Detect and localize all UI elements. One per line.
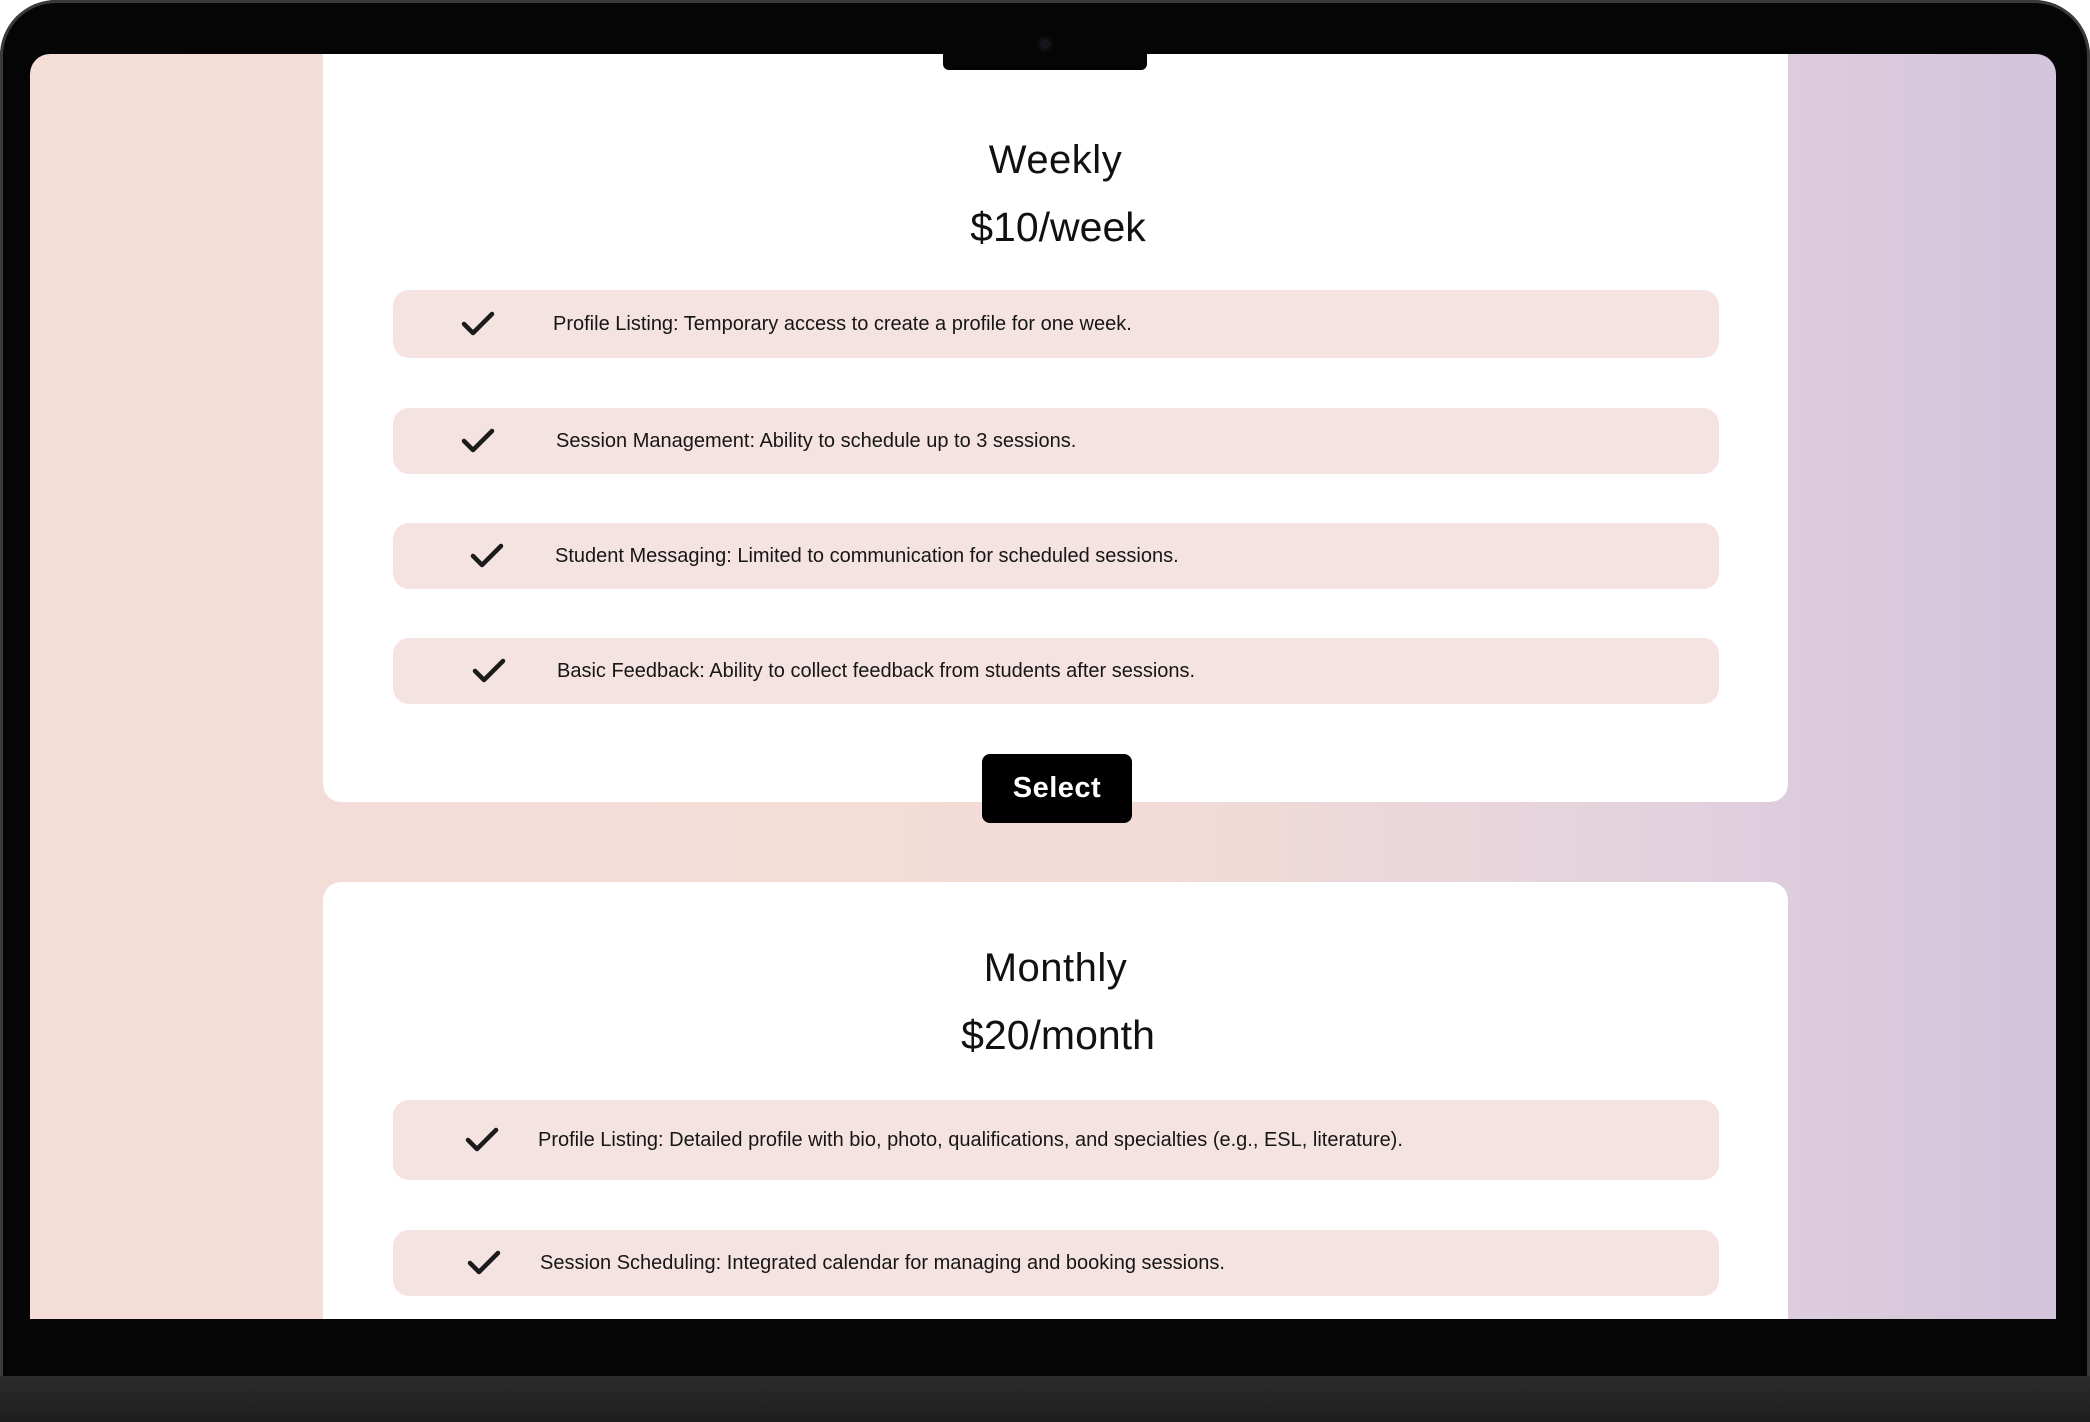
feature-row: Student Messaging: Limited to communicat…	[393, 523, 1719, 589]
check-icon	[465, 1127, 499, 1153]
laptop-base	[0, 1376, 2090, 1422]
select-button[interactable]: Select	[982, 754, 1132, 823]
feature-row: Basic Feedback: Ability to collect feedb…	[393, 638, 1719, 704]
check-icon	[472, 658, 506, 684]
laptop-frame: Weekly $10/week Profile Listing: Tempora…	[0, 0, 2090, 1422]
feature-row: Profile Listing: Detailed profile with b…	[393, 1100, 1719, 1180]
check-icon	[461, 311, 495, 337]
pricing-card-weekly: Weekly $10/week Profile Listing: Tempora…	[323, 54, 1788, 823]
feature-text: Session Management: Ability to schedule …	[556, 430, 1077, 452]
check-icon	[461, 428, 495, 454]
check-icon	[470, 543, 504, 569]
feature-text: Profile Listing: Detailed profile with b…	[538, 1129, 1403, 1151]
webcam-icon	[1037, 36, 1053, 52]
feature-text: Profile Listing: Temporary access to cre…	[553, 313, 1132, 335]
screen-notch	[943, 54, 1147, 70]
feature-text: Student Messaging: Limited to communicat…	[555, 545, 1179, 567]
pricing-card-monthly: Monthly $20/month Profile Listing: Detai…	[323, 882, 1788, 1319]
feature-text: Session Scheduling: Integrated calendar …	[540, 1252, 1225, 1274]
plan-name: Weekly	[988, 138, 1123, 182]
feature-text: Basic Feedback: Ability to collect feedb…	[557, 660, 1196, 682]
plan-price: $20/month	[961, 1012, 1155, 1058]
browser-viewport[interactable]: Weekly $10/week Profile Listing: Tempora…	[30, 54, 2056, 1319]
feature-row: Profile Listing: Temporary access to cre…	[393, 290, 1719, 358]
feature-row: Session Management: Ability to schedule …	[393, 408, 1719, 474]
check-icon	[467, 1250, 501, 1276]
plan-name: Monthly	[983, 946, 1128, 990]
feature-row: Session Scheduling: Integrated calendar …	[393, 1230, 1719, 1296]
plan-price: $10/week	[970, 204, 1146, 250]
